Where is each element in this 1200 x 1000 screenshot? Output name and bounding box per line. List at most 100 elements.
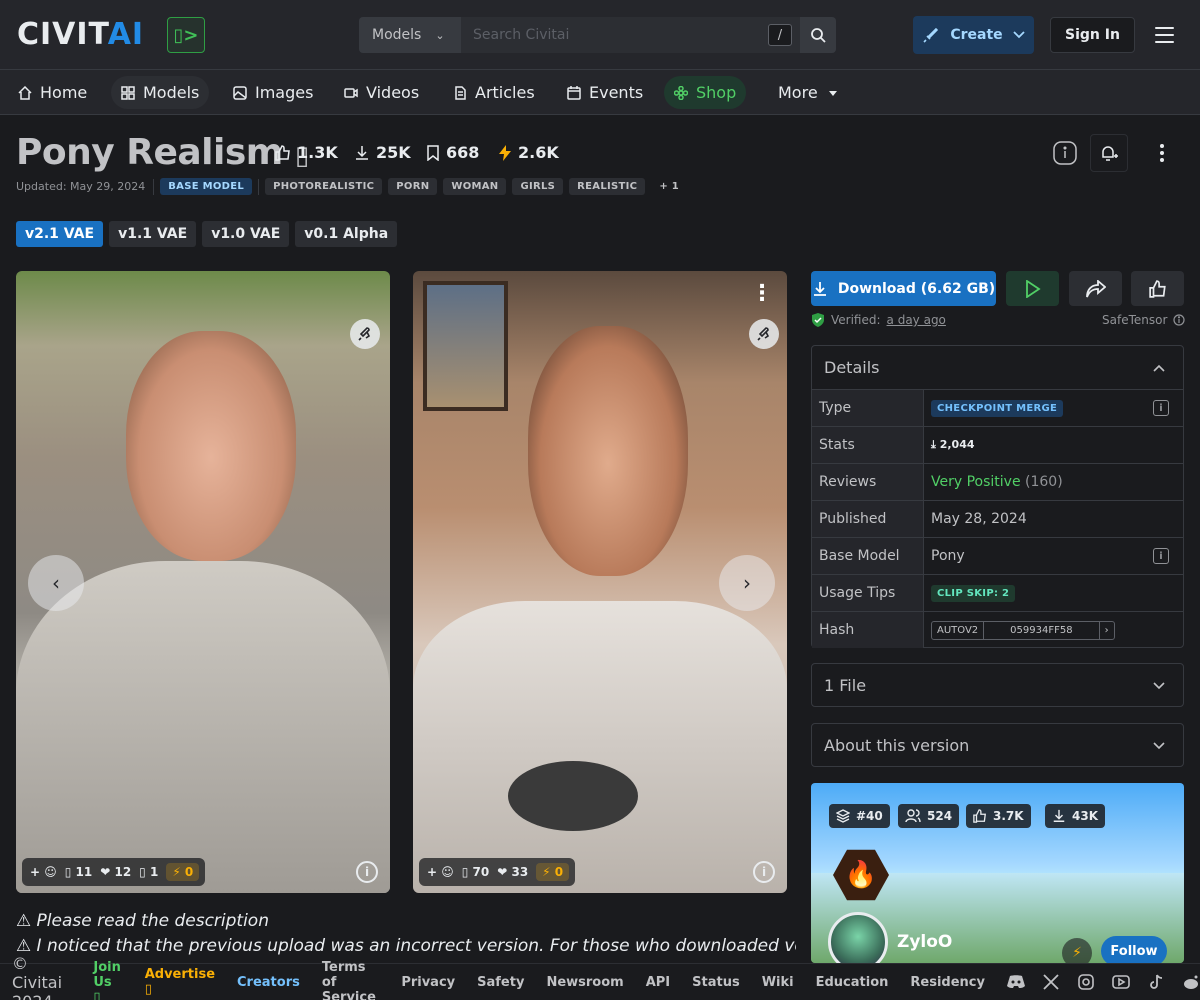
nav-home[interactable]: Home	[8, 76, 97, 109]
rocket-icon	[757, 327, 770, 341]
download-icon: ⤓	[931, 438, 936, 451]
version-tab[interactable]: v0.1 Alpha	[295, 221, 398, 247]
discord-icon[interactable]	[1006, 973, 1025, 991]
carousel-prev-button[interactable]: ‹	[28, 555, 84, 611]
gallery-image[interactable]: ‹ + ☺ ▯ 11 ❤ 12 ▯ 1 ⚡ 0 i	[16, 271, 390, 893]
footer-link-api[interactable]: API	[646, 975, 670, 990]
green-terminal-badge[interactable]: ▯>	[167, 17, 205, 53]
image-info-icon[interactable]: i	[356, 861, 378, 883]
nav-articles[interactable]: Articles	[443, 76, 545, 109]
info-icon[interactable]: i	[1153, 400, 1169, 416]
x-icon[interactable]	[1042, 973, 1060, 991]
verified-time-link[interactable]: a day ago	[887, 313, 946, 327]
nav-more[interactable]: More	[768, 76, 850, 109]
like-button[interactable]	[1131, 271, 1184, 306]
remix-button[interactable]	[749, 319, 779, 349]
portrait-body	[413, 601, 787, 893]
download-icon	[356, 145, 368, 160]
nav-models[interactable]: Models	[111, 76, 210, 109]
menu-icon[interactable]	[1155, 27, 1174, 43]
gallery-image[interactable]: ⋮ › + ☺ ▯ 70 ❤ 33 ⚡ 0 i	[413, 271, 787, 893]
footer-link-education[interactable]: Education	[816, 975, 889, 990]
tip-buzz-button[interactable]: ⚡	[1062, 938, 1092, 963]
footer-link-join[interactable]: Join Us ▯	[93, 960, 122, 1000]
nav-videos[interactable]: Videos	[334, 76, 429, 109]
buzz-tip-button[interactable]: ⚡ 0	[166, 863, 200, 881]
nav-images[interactable]: Images	[223, 76, 323, 109]
youtube-icon[interactable]	[1112, 973, 1130, 991]
tag-chip[interactable]: WOMAN	[443, 178, 507, 195]
notify-button[interactable]	[1090, 134, 1128, 172]
search-button[interactable]	[800, 17, 836, 53]
footer-link-wiki[interactable]: Wiki	[762, 975, 794, 990]
instagram-icon[interactable]	[1077, 973, 1095, 991]
footer-link-safety[interactable]: Safety	[477, 975, 524, 990]
footer-link-newsroom[interactable]: Newsroom	[546, 975, 623, 990]
reviews-link[interactable]: Very Positive	[931, 474, 1021, 490]
image-info-icon[interactable]: i	[753, 861, 775, 883]
follow-button[interactable]: Follow	[1101, 936, 1167, 963]
version-tabs: v2.1 VAE v1.1 VAE v1.0 VAE v0.1 Alpha	[16, 221, 398, 247]
details-header[interactable]: Details	[812, 346, 1183, 389]
footer-link-creators[interactable]: Creators	[237, 975, 300, 990]
run-button[interactable]	[1006, 271, 1059, 306]
play-icon	[1025, 279, 1041, 298]
footer-link-advertise[interactable]: Advertise ▯	[145, 967, 215, 997]
heart-reaction[interactable]: ❤ 12	[100, 865, 131, 879]
carousel-next-button[interactable]: ›	[719, 555, 775, 611]
info-icon[interactable]: i	[1153, 548, 1169, 564]
reaction-count[interactable]: ▯ 70	[462, 865, 489, 879]
base-model-tag[interactable]: BASE MODEL	[160, 178, 253, 195]
search-scope-select[interactable]: Models ⌄	[359, 17, 461, 53]
search-input[interactable]: Search Civitai	[461, 17, 768, 53]
footer-link-terms[interactable]: Terms of Service	[322, 960, 379, 1000]
reaction-count[interactable]: ▯ 1	[139, 865, 158, 879]
heart-reaction[interactable]: ❤ 33	[497, 865, 528, 879]
wall-picture	[423, 281, 508, 411]
tag-chip[interactable]: REALISTIC	[569, 178, 646, 195]
avatar[interactable]	[828, 912, 888, 963]
hash-value[interactable]: 059934FF58	[983, 621, 1100, 639]
footer-link-status[interactable]: Status	[692, 975, 740, 990]
sign-in-button[interactable]: Sign In	[1050, 17, 1135, 53]
tag-chip[interactable]: PORN	[388, 178, 438, 195]
more-tags-button[interactable]: + 1	[651, 178, 687, 195]
info-icon	[1173, 314, 1185, 326]
creator-name[interactable]: ZyloO	[897, 932, 952, 952]
kebab-menu-icon	[1160, 144, 1164, 162]
kebab-menu-icon[interactable]: ⋮	[751, 283, 773, 305]
users-icon	[905, 809, 921, 823]
remix-button[interactable]	[350, 319, 380, 349]
article-icon	[455, 85, 466, 100]
download-icon	[813, 281, 826, 296]
footer-link-privacy[interactable]: Privacy	[401, 975, 455, 990]
version-tab[interactable]: v1.1 VAE	[109, 221, 197, 247]
add-reaction-button[interactable]: + ☺	[427, 865, 454, 879]
tag-chip[interactable]: GIRLS	[512, 178, 564, 195]
share-button[interactable]	[1069, 271, 1122, 306]
create-button[interactable]: Create	[913, 16, 1034, 54]
version-tab[interactable]: v2.1 VAE	[16, 221, 104, 247]
tiktok-icon[interactable]	[1147, 973, 1165, 991]
reddit-icon[interactable]	[1182, 973, 1200, 991]
reaction-count[interactable]: ▯ 11	[65, 865, 92, 879]
footer-link-residency[interactable]: Residency	[910, 975, 985, 990]
model-title: Pony Realism ▯	[16, 132, 309, 173]
tag-chip[interactable]: PHOTOREALISTIC	[265, 178, 383, 195]
about-version-panel[interactable]: About this version	[811, 723, 1184, 767]
nav-shop[interactable]: Shop	[664, 76, 747, 109]
nav-events[interactable]: Events	[557, 76, 653, 109]
more-options-button[interactable]	[1143, 134, 1181, 172]
hash-selector[interactable]: AUTOV2 059934FF58 ›	[931, 620, 1115, 640]
download-button[interactable]: Download (6.62 GB)	[811, 271, 996, 306]
files-panel[interactable]: 1 File	[811, 663, 1184, 707]
chevron-right-icon[interactable]: ›	[1100, 622, 1114, 639]
version-tab[interactable]: v1.0 VAE	[202, 221, 290, 247]
buzz-tip-button[interactable]: ⚡ 0	[536, 863, 570, 881]
add-reaction-button[interactable]: + ☺	[30, 865, 57, 879]
details-row-base-model: Base Model Pony i	[812, 537, 1183, 574]
home-icon	[18, 85, 32, 100]
chevron-up-icon	[1153, 364, 1165, 372]
civitai-logo[interactable]: CIVITAI	[17, 20, 144, 50]
model-info-button[interactable]	[1046, 134, 1084, 172]
